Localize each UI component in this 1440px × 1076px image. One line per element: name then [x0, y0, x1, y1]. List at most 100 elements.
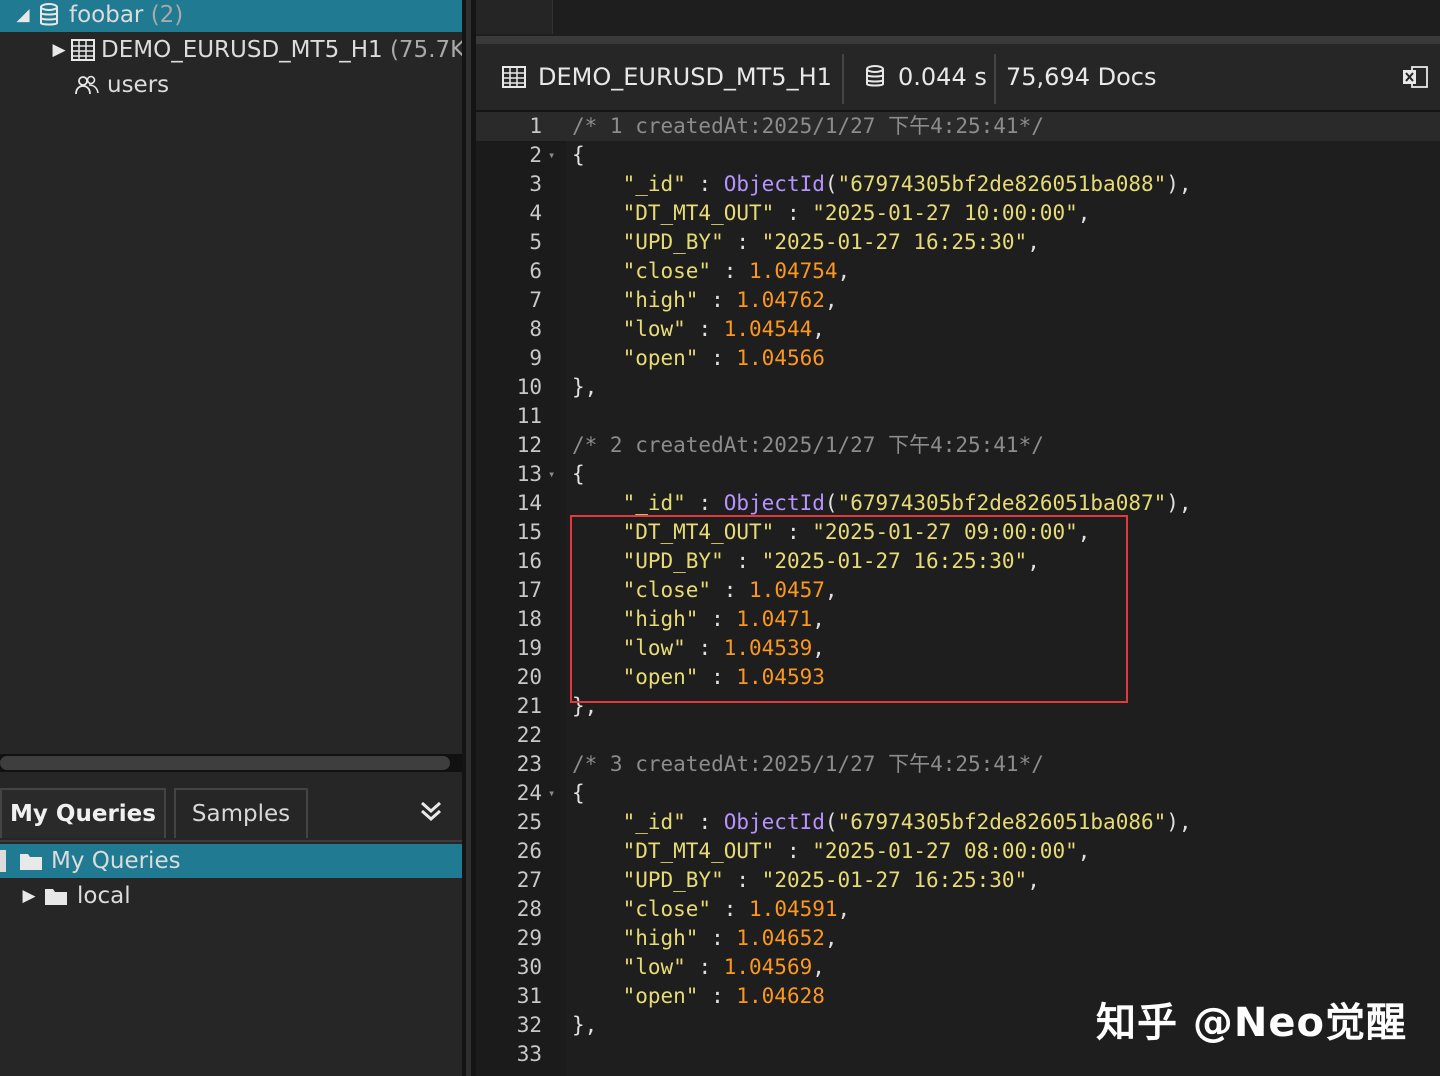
code-content: "low" : 1.04539, [572, 634, 825, 663]
tab-my-queries[interactable]: My Queries [0, 788, 166, 838]
code-line: 12 /* 2 createdAt:2025/1/27 下午4:25:41*/ [476, 431, 1440, 460]
code-line: 1 /* 1 createdAt:2025/1/27 下午4:25:41*/ [476, 112, 1440, 141]
folder-my-queries[interactable]: My Queries [0, 844, 462, 878]
objectid-fn: ObjectId [723, 491, 825, 515]
users-icon [72, 74, 102, 96]
sep: : [711, 578, 750, 602]
line-number: 5 [529, 230, 542, 254]
code-line: 10}, [476, 373, 1440, 402]
code-content: "low" : 1.04569, [572, 953, 825, 982]
line-number: 4 [529, 201, 542, 225]
field-key: "DT_MT4_OUT" [622, 201, 775, 225]
table-icon [70, 39, 96, 61]
field-key: "close" [622, 578, 712, 602]
sep: : [723, 230, 762, 254]
scrollbar-thumb[interactable] [0, 756, 450, 770]
field-key: "high" [622, 288, 699, 312]
line-number: 29 [516, 926, 542, 950]
tab-samples[interactable]: Samples [174, 788, 308, 838]
fold-toggle-icon[interactable]: ▾ [548, 141, 555, 170]
expanded-arrow-icon[interactable]: ◢ [12, 5, 34, 25]
folder-icon [40, 886, 72, 906]
line-number: 13 [516, 462, 542, 486]
excel-export-icon[interactable] [1402, 44, 1428, 110]
code-content: "DT_MT4_OUT" : "2025-01-27 08:00:00", [572, 837, 1091, 866]
code-line: 18 "high" : 1.0471, [476, 605, 1440, 634]
code-content: "DT_MT4_OUT" : "2025-01-27 09:00:00", [572, 518, 1091, 547]
field-value: 1.04544 [723, 317, 813, 341]
tree-item-collection[interactable]: ▶ DEMO_EURUSD_MT5_H1 (75.7K [48, 33, 462, 67]
comma: , [1027, 230, 1040, 254]
sep: : [698, 984, 737, 1008]
code-content: }, [572, 1011, 597, 1040]
field-key: "DT_MT4_OUT" [622, 839, 775, 863]
tree-item-database[interactable]: ◢ foobar (2) [0, 0, 462, 32]
code-line: 16 "UPD_BY" : "2025-01-27 16:25:30", [476, 547, 1440, 576]
field-value: 1.04652 [736, 926, 825, 950]
collection-name: DEMO_EURUSD_MT5_H1 [101, 37, 383, 63]
sep: : [698, 346, 737, 370]
line-number: 19 [516, 636, 542, 660]
field-key: "high" [622, 607, 699, 631]
divider [476, 36, 1440, 44]
field-key: "open" [622, 346, 699, 370]
folder-local[interactable]: ▶ local [18, 879, 131, 913]
database-name: foobar [69, 2, 144, 28]
header-separator [842, 54, 844, 104]
code-line: 17 "close" : 1.0457, [476, 576, 1440, 605]
paren: ), [1166, 172, 1192, 196]
sep: : [711, 897, 750, 921]
code-line: 3 "_id" : ObjectId("67974305bf2de826051b… [476, 170, 1440, 199]
field-key: "low" [622, 317, 686, 341]
line-number: 18 [516, 607, 542, 631]
objectid-fn: ObjectId [723, 172, 825, 196]
tree-item-users[interactable]: users [72, 68, 169, 102]
brace: }, [572, 1013, 598, 1037]
result-docs: 75,694 Docs [1006, 63, 1157, 91]
chevron-double-down-icon[interactable] [416, 796, 446, 826]
code-line: 30 "low" : 1.04569, [476, 953, 1440, 982]
result-json-editor[interactable]: 1/* 1 createdAt:2025/1/27 下午4:25:41*/2 ▾{… [476, 112, 1440, 1076]
fold-toggle-icon[interactable]: ▾ [548, 460, 555, 489]
code-line: 15 "DT_MT4_OUT" : "2025-01-27 09:00:00", [476, 518, 1440, 547]
code-line: 11 [476, 402, 1440, 431]
line-number: 7 [529, 288, 542, 312]
line-number: 25 [516, 810, 542, 834]
sep: : [698, 288, 737, 312]
collection-count: (75.7K [389, 37, 462, 63]
code-content: "UPD_BY" : "2025-01-27 16:25:30", [572, 547, 1040, 576]
code-line: 20 "open" : 1.04593 [476, 663, 1440, 692]
code-line: 25 "_id" : ObjectId("67974305bf2de826051… [476, 808, 1440, 837]
code-content: "close" : 1.04591, [572, 895, 851, 924]
field-key: "close" [622, 259, 712, 283]
sep: : [685, 810, 724, 834]
folder-icon [16, 851, 46, 871]
brace: }, [572, 694, 598, 718]
code-line: 27 "UPD_BY" : "2025-01-27 16:25:30", [476, 866, 1440, 895]
fold-toggle-icon[interactable]: ▾ [548, 779, 555, 808]
code-content: { [572, 779, 585, 808]
panel-splitter[interactable] [462, 0, 476, 1076]
field-value: "2025-01-27 10:00:00" [812, 201, 1078, 225]
sep: : [698, 665, 737, 689]
code-line: 26 "DT_MT4_OUT" : "2025-01-27 08:00:00", [476, 837, 1440, 866]
code-line: 19 "low" : 1.04539, [476, 634, 1440, 663]
code-content: "high" : 1.04652, [572, 924, 838, 953]
folder-local-label: local [77, 883, 131, 909]
doc-comment: /* 2 createdAt:2025/1/27 下午4:25:41*/ [572, 433, 1044, 457]
code-content: "_id" : ObjectId("67974305bf2de826051ba0… [572, 808, 1192, 837]
field-key: "UPD_BY" [622, 230, 724, 254]
collapsed-arrow-icon[interactable]: ▶ [48, 40, 70, 60]
horizontal-scrollbar[interactable] [0, 754, 462, 772]
line-number: 12 [516, 433, 542, 457]
collapsed-arrow-icon[interactable]: ▶ [18, 886, 40, 906]
folder-my-queries-label: My Queries [51, 848, 181, 874]
